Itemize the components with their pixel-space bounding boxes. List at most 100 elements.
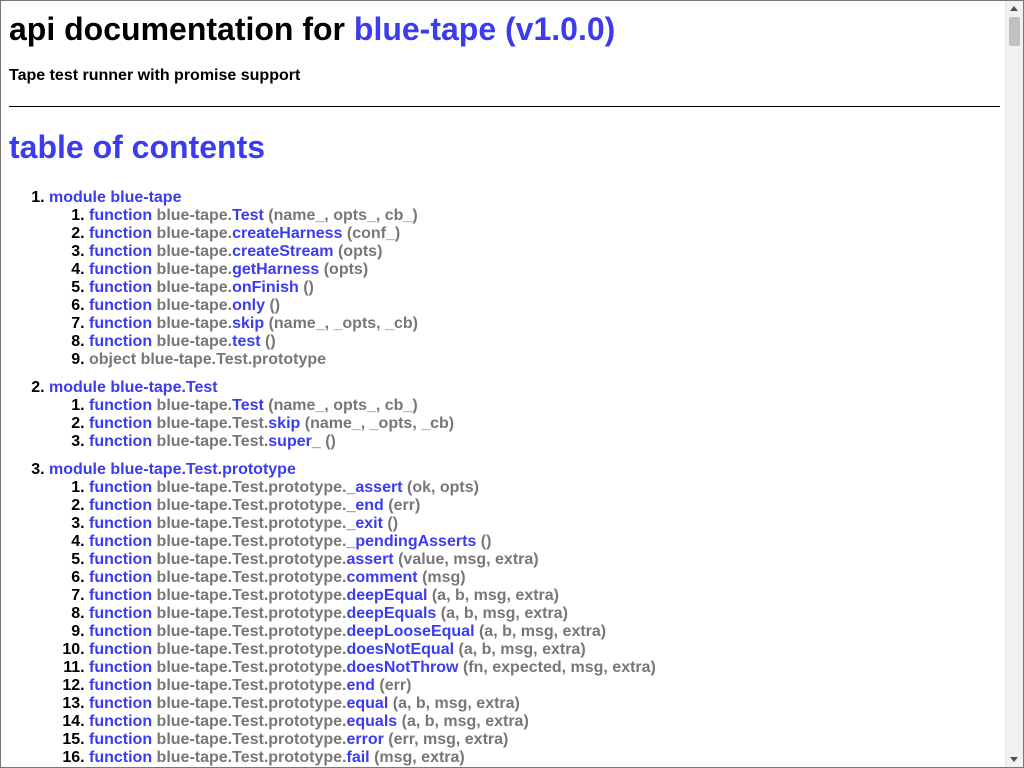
member-link[interactable]: function blue-tape.Test.prototype.end (e…: [89, 677, 411, 694]
member-link[interactable]: function blue-tape.Test.prototype.doesNo…: [89, 659, 656, 676]
member-link[interactable]: function blue-tape.Test.prototype.deepEq…: [89, 587, 559, 604]
member-type-keyword: function: [89, 641, 153, 658]
member-item: object blue-tape.Test.prototype: [89, 351, 1001, 369]
member-type-keyword: function: [89, 397, 153, 414]
scrollbar-thumb[interactable]: [1009, 17, 1020, 46]
member-link[interactable]: function blue-tape.Test.prototype._pendi…: [89, 533, 491, 550]
member-path: blue-tape.Test.prototype.: [156, 641, 347, 658]
member-name: end: [346, 677, 375, 694]
member-name: comment: [346, 569, 418, 586]
member-link[interactable]: function blue-tape.Test.prototype.equals…: [89, 713, 529, 730]
member-item: function blue-tape.Test.prototype._asser…: [89, 479, 1001, 497]
member-type-keyword: function: [89, 415, 153, 432]
member-item: function blue-tape.getHarness (opts): [89, 261, 1001, 279]
page-title: api documentation for blue-tape (v1.0.0): [9, 11, 1001, 47]
member-link[interactable]: function blue-tape.skip (name_, _opts, _…: [89, 315, 418, 332]
member-name: onFinish: [232, 279, 299, 296]
member-item: function blue-tape.Test.super_ (): [89, 433, 1001, 451]
member-path: blue-tape.: [156, 333, 233, 350]
member-args: (conf_): [346, 225, 401, 242]
package-description: Tape test runner with promise support: [9, 67, 301, 84]
member-path: blue-tape.Test.prototype.: [156, 605, 347, 622]
member-name: _pendingAsserts: [346, 533, 477, 550]
member-item: function blue-tape.test (): [89, 333, 1001, 351]
member-link[interactable]: function blue-tape.Test (name_, opts_, c…: [89, 207, 418, 224]
vertical-scrollbar[interactable]: [1005, 1, 1023, 767]
member-args: (a, b, msg, extra): [401, 713, 529, 730]
member-list: function blue-tape.Test (name_, opts_, c…: [49, 397, 1001, 451]
member-path: blue-tape.: [156, 279, 233, 296]
scroll-up-arrow-icon[interactable]: [1006, 1, 1023, 16]
member-args: (value, msg, extra): [398, 551, 539, 568]
member-name: deepEqual: [346, 587, 428, 604]
scroll-down-arrow-icon[interactable]: [1006, 752, 1023, 767]
member-path: blue-tape.Test.prototype.: [156, 515, 347, 532]
member-item: function blue-tape.Test.prototype.assert…: [89, 551, 1001, 569]
member-item: function blue-tape.Test.prototype._exit …: [89, 515, 1001, 533]
member-link[interactable]: function blue-tape.getHarness (opts): [89, 261, 368, 278]
member-item: function blue-tape.Test.prototype.doesNo…: [89, 641, 1001, 659]
member-list: function blue-tape.Test (name_, opts_, c…: [49, 207, 1001, 369]
module-link[interactable]: module blue-tape: [49, 189, 181, 206]
member-name: createHarness: [232, 225, 343, 242]
member-link[interactable]: function blue-tape.Test.prototype.error …: [89, 731, 508, 748]
member-link[interactable]: function blue-tape.createStream (opts): [89, 243, 382, 260]
member-type-keyword: function: [89, 479, 153, 496]
member-link[interactable]: function blue-tape.Test.prototype.equal …: [89, 695, 520, 712]
module-link[interactable]: module blue-tape.Test.prototype: [49, 461, 296, 478]
member-link[interactable]: function blue-tape.Test.prototype._asser…: [89, 479, 479, 496]
member-args: (a, b, msg, extra): [431, 587, 559, 604]
member-args: (a, b, msg, extra): [440, 605, 568, 622]
member-name: error: [346, 731, 384, 748]
member-link[interactable]: function blue-tape.Test.prototype.deepEq…: [89, 605, 568, 622]
browser-viewport: api documentation for blue-tape (v1.0.0)…: [0, 0, 1024, 768]
member-item: function blue-tape.Test.prototype._end (…: [89, 497, 1001, 515]
divider: [9, 106, 1000, 107]
member-link[interactable]: function blue-tape.onFinish (): [89, 279, 314, 296]
member-path: blue-tape.Test.prototype.: [156, 569, 347, 586]
member-path: blue-tape.Test.prototype.: [156, 695, 347, 712]
package-link[interactable]: blue-tape (v1.0.0): [354, 11, 615, 47]
member-link[interactable]: function blue-tape.Test.prototype.doesNo…: [89, 641, 586, 658]
module-keyword: module: [49, 461, 106, 478]
member-item: function blue-tape.only (): [89, 297, 1001, 315]
member-link[interactable]: function blue-tape.createHarness (conf_): [89, 225, 400, 242]
member-type-keyword: function: [89, 515, 153, 532]
member-path: blue-tape.: [156, 397, 233, 414]
member-link[interactable]: function blue-tape.Test (name_, opts_, c…: [89, 397, 418, 414]
member-args: (msg, extra): [374, 749, 465, 766]
member-path: blue-tape.Test.prototype.: [156, 623, 347, 640]
module-list: module blue-tapefunction blue-tape.Test …: [9, 189, 1001, 767]
toc-title[interactable]: table of contents: [9, 129, 1001, 165]
member-link[interactable]: function blue-tape.test (): [89, 333, 276, 350]
member-item: function blue-tape.Test.prototype.end (e…: [89, 677, 1001, 695]
member-path: blue-tape.Test.prototype.: [156, 551, 347, 568]
member-link[interactable]: function blue-tape.Test.prototype.commen…: [89, 569, 466, 586]
member-type-keyword: function: [89, 713, 153, 730]
member-name: skip: [268, 415, 301, 432]
member-link[interactable]: function blue-tape.Test.prototype.assert…: [89, 551, 539, 568]
module-keyword: module: [49, 379, 106, 396]
member-link[interactable]: function blue-tape.Test.prototype.fail (…: [89, 749, 465, 766]
member-path: blue-tape.Test.: [156, 415, 269, 432]
member-link[interactable]: function blue-tape.Test.super_ (): [89, 433, 336, 450]
member-link[interactable]: function blue-tape.Test.prototype._exit …: [89, 515, 398, 532]
member-link[interactable]: function blue-tape.only (): [89, 297, 280, 314]
member-type-keyword: function: [89, 533, 153, 550]
member-item: function blue-tape.Test.prototype._pendi…: [89, 533, 1001, 551]
member-type-keyword: function: [89, 333, 153, 350]
member-path: blue-tape.Test.prototype.: [156, 677, 347, 694]
member-type-keyword: function: [89, 605, 153, 622]
member-type-keyword: function: [89, 677, 153, 694]
member-name: equals: [346, 713, 398, 730]
member-name: super_: [268, 433, 321, 450]
member-link[interactable]: function blue-tape.Test.prototype._end (…: [89, 497, 420, 514]
module-name: blue-tape: [110, 189, 182, 206]
member-type-keyword: function: [89, 497, 153, 514]
member-link[interactable]: function blue-tape.Test.prototype.deepLo…: [89, 623, 606, 640]
member-link[interactable]: function blue-tape.Test.skip (name_, _op…: [89, 415, 454, 432]
module-item: module blue-tapefunction blue-tape.Test …: [49, 189, 1001, 369]
module-item: module blue-tape.Test.prototypefunction …: [49, 461, 1001, 767]
module-link[interactable]: module blue-tape.Test: [49, 379, 218, 396]
member-item: function blue-tape.Test.prototype.doesNo…: [89, 659, 1001, 677]
